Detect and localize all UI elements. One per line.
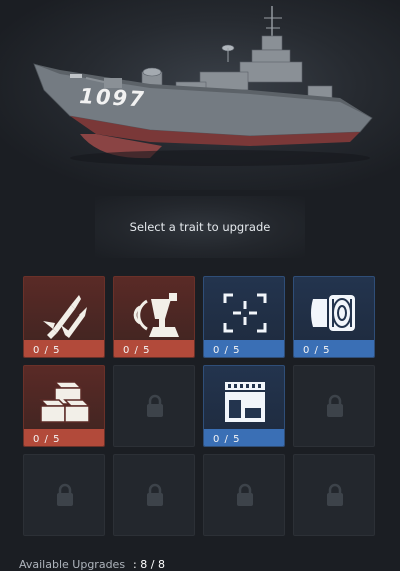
- available-upgrades: Available Upgrades : 8 / 8: [19, 558, 165, 571]
- trait-card-radar[interactable]: 0 / 5: [113, 276, 195, 358]
- destroyer-ship-image: [33, 6, 373, 166]
- trait-card-engine[interactable]: 0 / 5: [293, 276, 375, 358]
- trait-progress: 0 / 5: [303, 345, 331, 356]
- crates-icon: [39, 381, 91, 423]
- crosshair-icon: [223, 293, 267, 333]
- lock-icon: [237, 483, 253, 506]
- locked-trait-slot: [113, 454, 195, 536]
- trait-progress: 0 / 5: [33, 434, 61, 445]
- lock-icon: [57, 483, 73, 506]
- trait-card-supply[interactable]: 0 / 5: [23, 365, 105, 447]
- trait-progress: 0 / 5: [213, 345, 241, 356]
- trait-progress: 0 / 5: [33, 345, 61, 356]
- hull-number: 1097: [78, 84, 147, 112]
- trait-progress: 0 / 5: [213, 434, 241, 445]
- lock-icon: [327, 394, 343, 417]
- locked-trait-slot: [23, 454, 105, 536]
- engine-icon: [311, 295, 355, 331]
- lock-icon: [147, 394, 163, 417]
- available-upgrades-value: : 8 / 8: [133, 558, 165, 571]
- trait-card-missile[interactable]: 0 / 5: [23, 276, 105, 358]
- missile-icon: [43, 295, 87, 339]
- locked-trait-slot: [203, 454, 285, 536]
- radar-icon: [133, 293, 179, 337]
- trait-prompt: Select a trait to upgrade: [129, 220, 271, 234]
- ship-preview: 1097: [0, 0, 400, 190]
- hangar-icon: [225, 382, 265, 422]
- trait-card-hangar[interactable]: 0 / 5: [203, 365, 285, 447]
- locked-trait-slot: [293, 365, 375, 447]
- available-upgrades-label: Available Upgrades: [19, 558, 126, 571]
- locked-trait-slot: [113, 365, 195, 447]
- trait-progress: 0 / 5: [123, 345, 151, 356]
- lock-icon: [147, 483, 163, 506]
- locked-trait-slot: [293, 454, 375, 536]
- trait-card-targeting[interactable]: 0 / 5: [203, 276, 285, 358]
- lock-icon: [327, 483, 343, 506]
